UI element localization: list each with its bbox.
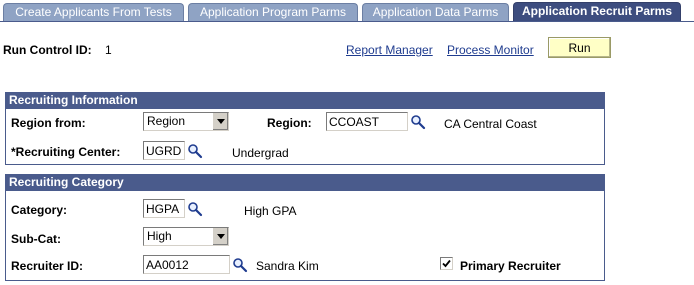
region-from-select[interactable]: Region [143,112,229,131]
report-manager-link[interactable]: Report Manager [346,43,433,57]
region-from-value: Region [147,114,186,128]
lookup-magnifier-icon[interactable] [187,143,203,159]
category-description: High GPA [244,204,297,218]
run-control-label: Run Control ID: [3,43,92,57]
chevron-down-icon[interactable] [212,228,228,245]
recruiter-id-label: Recruiter ID: [11,259,84,273]
region-from-label: Region from: [11,116,86,130]
tab-application-recruit-parms[interactable]: Application Recruit Parms [513,2,681,22]
sub-cat-value: High [147,229,172,243]
recruiting-category-header: Recruiting Category [6,175,604,191]
sub-cat-label: Sub-Cat: [11,232,61,246]
tab-underline [0,21,694,22]
recruiter-description: Sandra Kim [256,259,319,273]
tab-application-program-parms[interactable]: Application Program Parms [188,3,358,22]
recruiter-id-input[interactable] [143,255,230,274]
recruiting-information-header: Recruiting Information [6,93,604,109]
primary-recruiter-checkbox[interactable] [440,257,453,270]
lookup-magnifier-icon[interactable] [232,257,248,273]
chevron-down-icon[interactable] [212,113,228,130]
region-label: Region: [267,116,312,130]
primary-recruiter-label: Primary Recruiter [460,259,561,273]
region-input[interactable] [326,112,408,131]
tab-application-data-parms[interactable]: Application Data Parms [362,3,509,22]
checkmark-icon [442,259,451,268]
tab-create-applicants-from-tests[interactable]: Create Applicants From Tests [3,3,184,22]
run-button[interactable]: Run [548,37,611,58]
process-monitor-link[interactable]: Process Monitor [447,43,534,57]
lookup-magnifier-icon[interactable] [187,201,203,217]
category-input[interactable] [143,199,185,218]
recruiting-center-description: Undergrad [232,146,289,160]
lookup-magnifier-icon[interactable] [410,114,426,130]
run-control-value: 1 [105,43,112,57]
region-description: CA Central Coast [444,117,537,131]
recruiting-center-input[interactable] [143,141,185,160]
tab-bar: Create Applicants From Tests Application… [0,0,694,22]
sub-cat-select[interactable]: High [143,227,229,246]
recruiting-center-label: *Recruiting Center: [11,145,121,159]
category-label: Category: [11,203,68,217]
